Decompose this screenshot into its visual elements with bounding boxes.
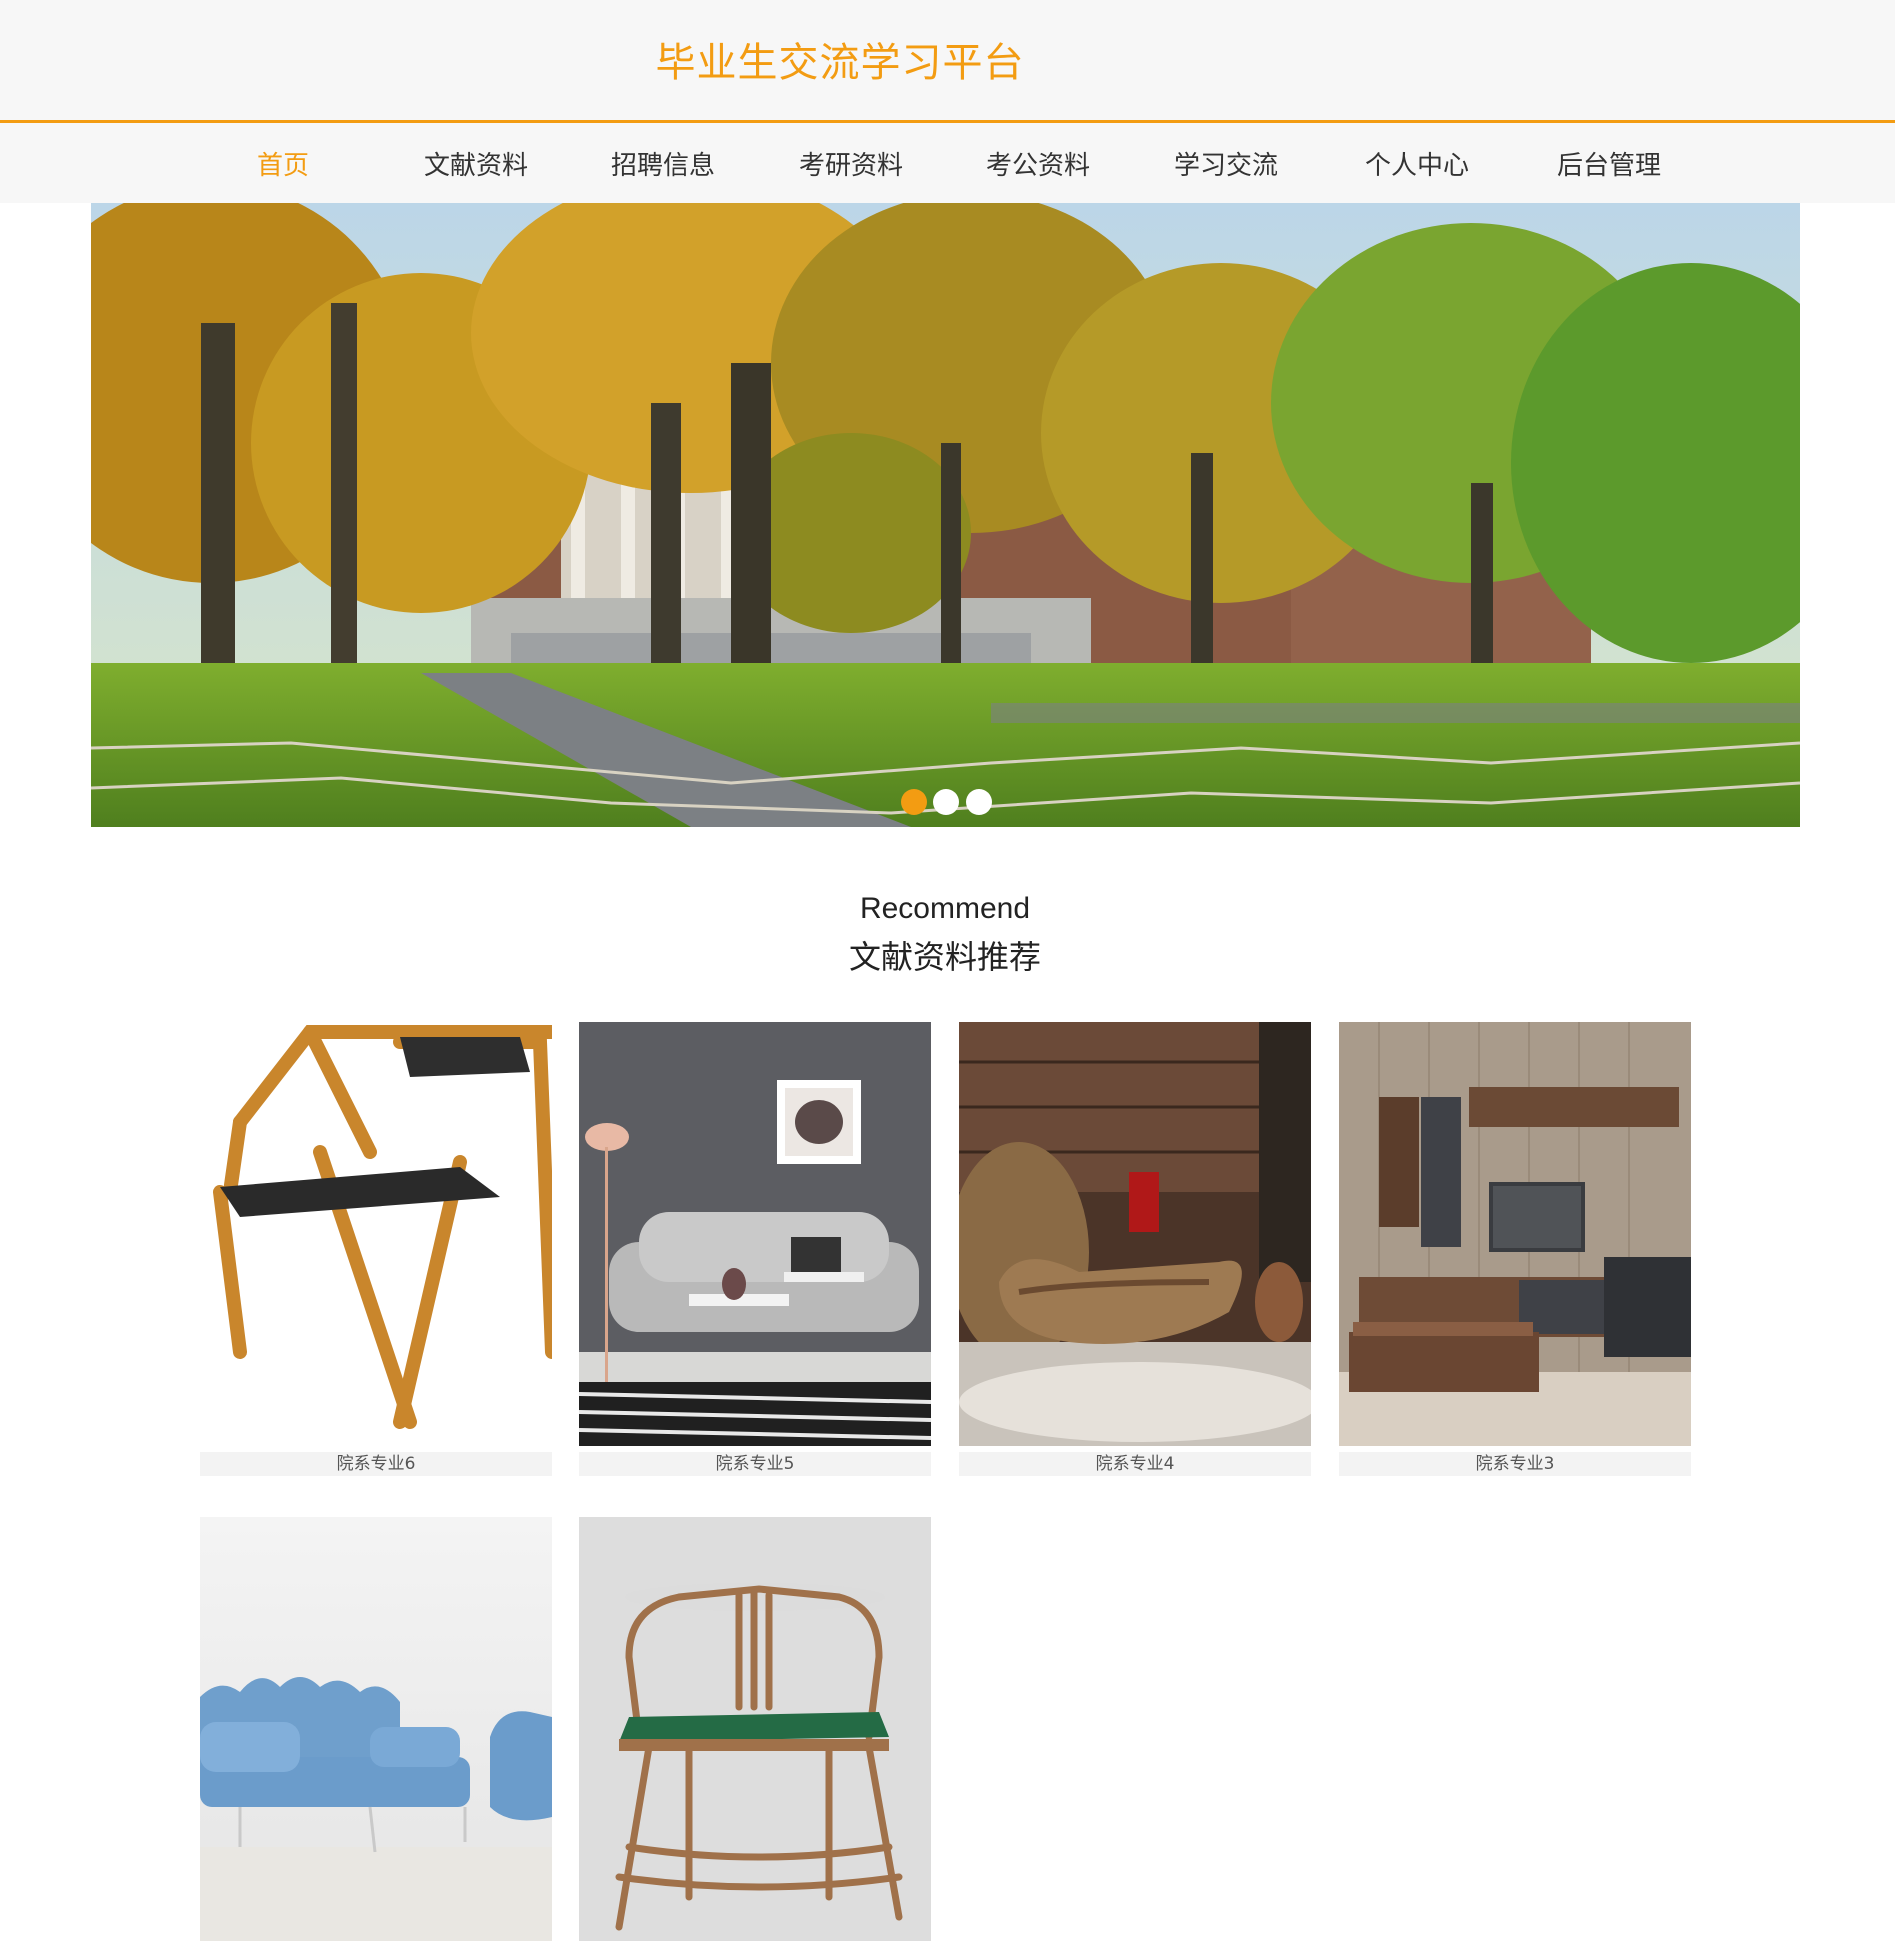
main-nav: 首页 文献资料 招聘信息 考研资料 考公资料 学习交流 个人中心 后台管理 — [0, 123, 1895, 203]
carousel-dot-1[interactable] — [901, 789, 927, 815]
recommend-card[interactable]: 院系专业3 — [1339, 1022, 1691, 1476]
nav-item-exchange[interactable]: 学习交流 — [1174, 145, 1278, 181]
recommend-card[interactable]: 院系专业5 — [579, 1022, 931, 1476]
card-caption[interactable]: 院系专业3 — [1339, 1452, 1691, 1476]
card-caption[interactable]: 院系专业4 — [959, 1452, 1311, 1476]
card-caption[interactable]: 院系专业6 — [200, 1452, 552, 1476]
nav-item-civil-service[interactable]: 考公资料 — [986, 145, 1090, 181]
card-image-chaise[interactable] — [959, 1022, 1311, 1446]
carousel-dots — [91, 789, 1800, 815]
carousel-dot-3[interactable] — [966, 789, 992, 815]
nav-item-profile[interactable]: 个人中心 — [1365, 145, 1469, 181]
banner-carousel[interactable] — [91, 203, 1800, 827]
site-title[interactable]: 毕业生交流学习平台 — [0, 30, 1680, 88]
nav-item-admin[interactable]: 后台管理 — [1557, 145, 1661, 181]
nav-item-jobs[interactable]: 招聘信息 — [611, 145, 715, 181]
nav-item-literature[interactable]: 文献资料 — [424, 145, 528, 181]
card-image-tv-cabinet[interactable] — [1339, 1022, 1691, 1446]
card-caption[interactable]: 院系专业5 — [579, 1452, 931, 1476]
banner-image — [91, 203, 1800, 827]
card-image-sofa[interactable] — [579, 1022, 931, 1446]
carousel-dot-2[interactable] — [933, 789, 959, 815]
recommend-card[interactable]: 院系专业4 — [959, 1022, 1311, 1476]
recommend-card[interactable] — [579, 1517, 931, 1941]
nav-item-home[interactable]: 首页 — [257, 145, 309, 181]
recommend-card[interactable]: 院系专业6 — [200, 1022, 552, 1476]
section-title-en: Recommend — [859, 892, 1031, 925]
card-image-armchair[interactable] — [579, 1517, 931, 1941]
card-image-chair[interactable] — [200, 1022, 552, 1446]
card-image-blue-sofa[interactable] — [200, 1517, 552, 1941]
section-title-zh: 文献资料推荐 — [848, 938, 1041, 976]
nav-item-postgrad[interactable]: 考研资料 — [799, 145, 903, 181]
site-header: 毕业生交流学习平台 — [0, 0, 1895, 123]
recommend-card[interactable] — [200, 1517, 552, 1941]
